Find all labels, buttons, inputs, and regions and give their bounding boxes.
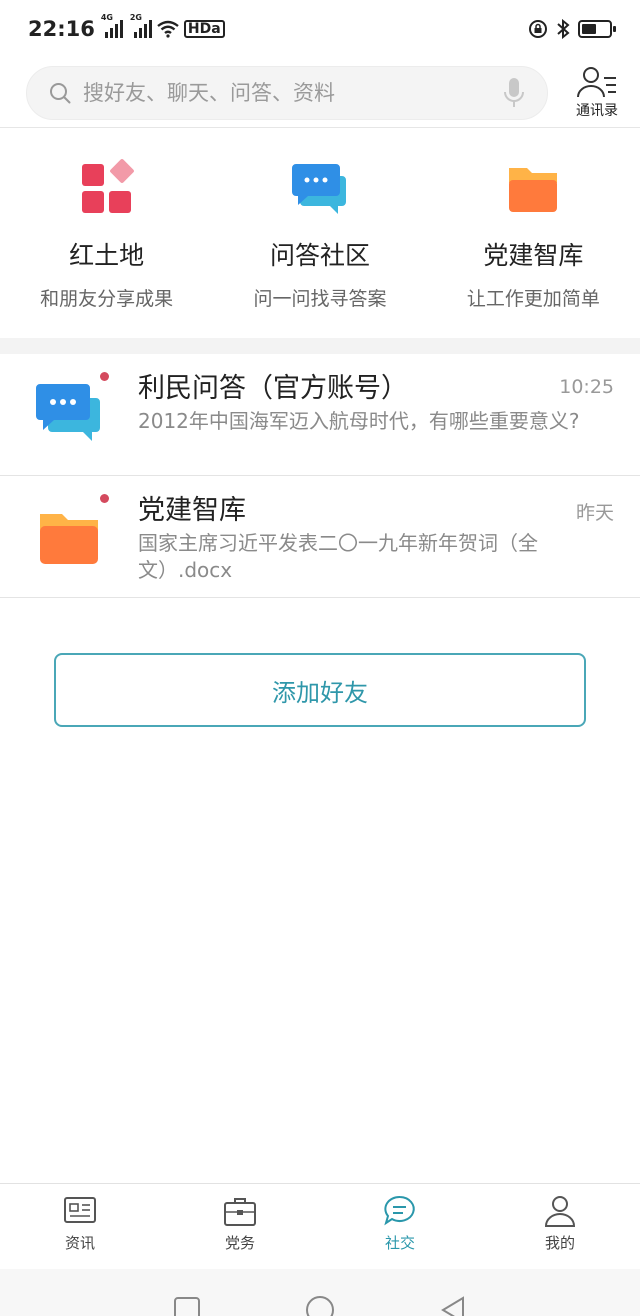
wifi-icon (157, 20, 179, 38)
user-icon (544, 1196, 576, 1227)
feature-grid: 红土地 和朋友分享成果 问答社区 问一问找寻答案 党建智库 让工作更加简单 (0, 128, 640, 338)
tab-social[interactable]: 社交 (320, 1184, 480, 1269)
section-separator (0, 338, 640, 354)
tab-party-affairs[interactable]: 党务 (160, 1184, 320, 1269)
add-friend-button[interactable]: 添加好友 (54, 653, 586, 727)
tab-label: 党务 (224, 1234, 255, 1252)
message-item-party-library[interactable]: 党建智库 昨天 国家主席习近平发表二〇一九年新年贺词（全文）.docx (0, 476, 640, 598)
tab-news[interactable]: 资讯 (0, 1184, 160, 1269)
contacts-icon (577, 67, 616, 98)
unread-dot (100, 372, 109, 381)
message-title: 党建智库 (138, 495, 246, 526)
battery-icon (578, 20, 616, 38)
message-item-limin-qa[interactable]: 利民问答（官方账号） 10:25 2012年中国海军迈入航母时代，有哪些重要意义… (0, 354, 640, 476)
recent-apps-icon[interactable] (171, 1294, 203, 1316)
feature-title: 红土地 (69, 241, 145, 270)
bluetooth-icon (557, 19, 570, 39)
chat-bubble-icon (384, 1195, 415, 1226)
feature-title: 问答社区 (269, 241, 370, 270)
system-nav-bar (0, 1269, 640, 1316)
message-title: 利民问答（官方账号） (138, 373, 408, 404)
newspaper-icon (64, 1197, 96, 1223)
message-preview: 2012年中国海军迈入航母时代，有哪些重要意义? (138, 409, 580, 433)
search-header: 通讯录 (0, 58, 640, 128)
rotation-lock-icon (529, 20, 547, 38)
message-time: 10:25 (559, 376, 614, 398)
status-time: 22:16 (28, 17, 95, 41)
back-icon[interactable] (437, 1294, 469, 1316)
feature-party-library[interactable]: 党建智库 让工作更加简单 (427, 128, 640, 338)
tab-mine[interactable]: 我的 (480, 1184, 640, 1269)
status-icons-right (528, 19, 616, 39)
tab-label: 我的 (544, 1234, 575, 1252)
message-list: 利民问答（官方账号） 10:25 2012年中国海军迈入航母时代，有哪些重要意义… (0, 354, 640, 598)
feature-qa-community[interactable]: 问答社区 问一问找寻答案 (213, 128, 426, 338)
unread-dot (100, 494, 109, 503)
folder-icon (509, 168, 558, 212)
feature-subtitle: 问一问找寻答案 (253, 288, 387, 310)
feature-hongtudi[interactable]: 红土地 和朋友分享成果 (0, 128, 213, 338)
home-icon[interactable] (304, 1294, 336, 1316)
feature-subtitle: 和朋友分享成果 (40, 288, 174, 310)
tab-label: 社交 (384, 1234, 415, 1252)
status-icons: 4G 2G HDa (101, 13, 225, 38)
chat-bubbles-icon (291, 164, 346, 214)
message-preview: 国家主席习近平发表二〇一九年新年贺词（全文）.docx (138, 531, 538, 582)
tiles-icon (81, 159, 134, 213)
signal-4g-icon: 4G (101, 13, 123, 38)
folder-icon (40, 514, 98, 564)
search-box[interactable] (26, 66, 548, 120)
message-time: 昨天 (575, 502, 614, 524)
search-icon (50, 83, 71, 104)
feature-title: 党建智库 (483, 241, 584, 270)
status-bar: 22:16 4G 2G HDa (0, 0, 640, 58)
chat-bubbles-icon (36, 384, 100, 441)
bottom-tab-bar: 资讯 党务 社交 我的 (0, 1183, 640, 1269)
contacts-label: 通讯录 (576, 103, 618, 119)
microphone-icon[interactable] (503, 77, 525, 109)
contacts-button[interactable]: 通讯录 (570, 66, 624, 120)
search-input[interactable] (83, 81, 503, 105)
briefcase-icon (224, 1198, 256, 1226)
hd-icon: HDa (183, 20, 225, 38)
tab-label: 资讯 (64, 1234, 95, 1252)
feature-subtitle: 让工作更加简单 (466, 288, 600, 310)
signal-2g-icon: 2G (130, 13, 152, 38)
